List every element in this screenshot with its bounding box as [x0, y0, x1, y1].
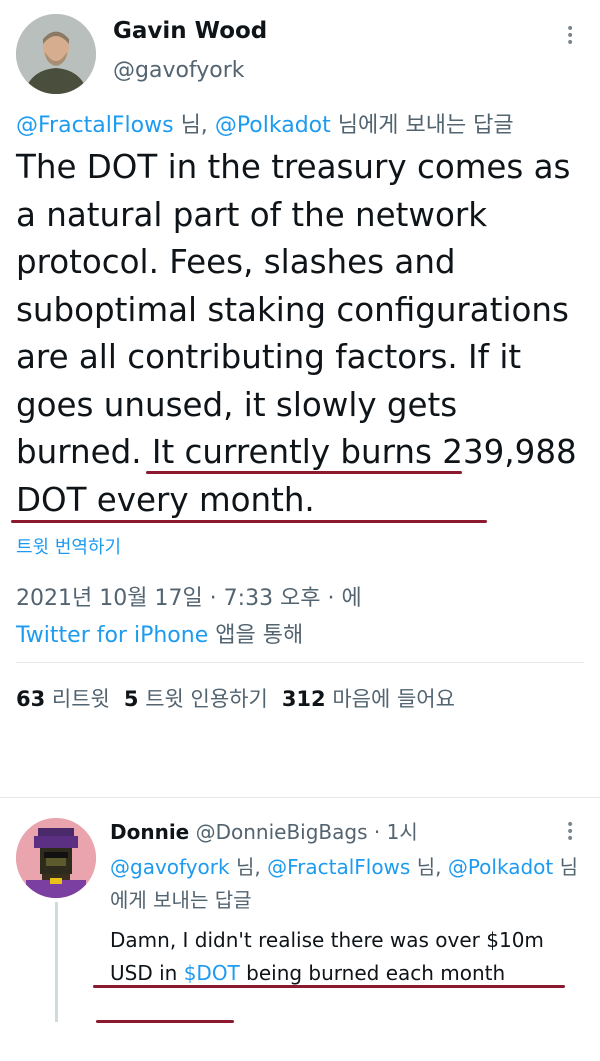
reply-suffix: 님에게 보내는 답글: [330, 113, 514, 138]
translate-tweet-link[interactable]: 트윗 번역하기: [16, 533, 121, 559]
likes-label: 마음에 들어요: [332, 687, 455, 711]
reply-replying-to: @gavofyork 님, @FractalFlows 님, @Polkadot…: [110, 851, 580, 917]
reply-separator: 님,: [173, 113, 215, 138]
annotation-underline: [96, 1020, 234, 1023]
quotes-stat[interactable]: 5 트윗 인용하기: [124, 687, 268, 711]
divider: [16, 662, 584, 663]
retweets-stat[interactable]: 63 리트윗: [16, 687, 110, 711]
thread-connector: [55, 902, 58, 1022]
more-options-icon[interactable]: • • •: [566, 22, 574, 50]
source-app-link[interactable]: Twitter for iPhone: [16, 623, 208, 648]
more-options-icon[interactable]: • • •: [566, 818, 574, 846]
reply-time[interactable]: · 1시: [368, 820, 418, 844]
reply-separator: 님,: [229, 855, 268, 879]
engagement-stats: 63 리트윗 5 트윗 인용하기 312 마음에 들어요: [16, 683, 455, 713]
author-avatar[interactable]: [16, 14, 96, 94]
reply-text: Damn, I didn't realise there was over $1…: [110, 924, 580, 990]
mention-gavofyork[interactable]: @gavofyork: [110, 855, 230, 879]
author-handle[interactable]: @gavofyork: [113, 58, 245, 83]
replying-to: @FractalFlows 님, @Polkadot 님에게 보내는 답글: [16, 107, 514, 139]
annotation-underline: [146, 471, 462, 474]
reply-author-name[interactable]: Donnie: [110, 820, 189, 844]
likes-count: 312: [281, 687, 326, 711]
annotation-underline: [93, 985, 565, 988]
tweet-source: Twitter for iPhone 앱을 통해: [16, 617, 303, 649]
pixel-art-avatar: [16, 818, 96, 898]
quotes-label: 트윗 인용하기: [145, 687, 268, 711]
source-suffix: 앱을 통해: [208, 623, 304, 648]
divider: [0, 797, 600, 798]
retweets-label: 리트윗: [51, 687, 110, 711]
reply-separator: 님,: [410, 855, 448, 879]
mention-polkadot[interactable]: @Polkadot: [448, 855, 553, 879]
reply-author-handle[interactable]: @DonnieBigBags: [196, 820, 368, 844]
retweets-count: 63: [16, 687, 46, 711]
quotes-count: 5: [123, 687, 139, 711]
mention-fractalflows[interactable]: @FractalFlows: [16, 113, 174, 138]
mention-polkadot[interactable]: @Polkadot: [215, 113, 331, 138]
tweet-timestamp[interactable]: 2021년 10월 17일 · 7:33 오후 · 에: [16, 580, 362, 612]
annotation-underline: [11, 520, 487, 523]
cashtag-dot[interactable]: $DOT: [184, 961, 240, 985]
likes-stat[interactable]: 312 마음에 들어요: [282, 687, 455, 711]
author-photo: [16, 14, 96, 94]
reply-header: Donnie @DonnieBigBags · 1시: [110, 816, 418, 845]
author-name[interactable]: Gavin Wood: [113, 18, 267, 44]
reply-author-avatar[interactable]: [16, 818, 96, 898]
mention-fractalflows[interactable]: @FractalFlows: [267, 855, 410, 879]
tweet-text: The DOT in the treasury comes as a natur…: [16, 148, 577, 519]
reply-text-after: being burned each month: [239, 961, 506, 985]
